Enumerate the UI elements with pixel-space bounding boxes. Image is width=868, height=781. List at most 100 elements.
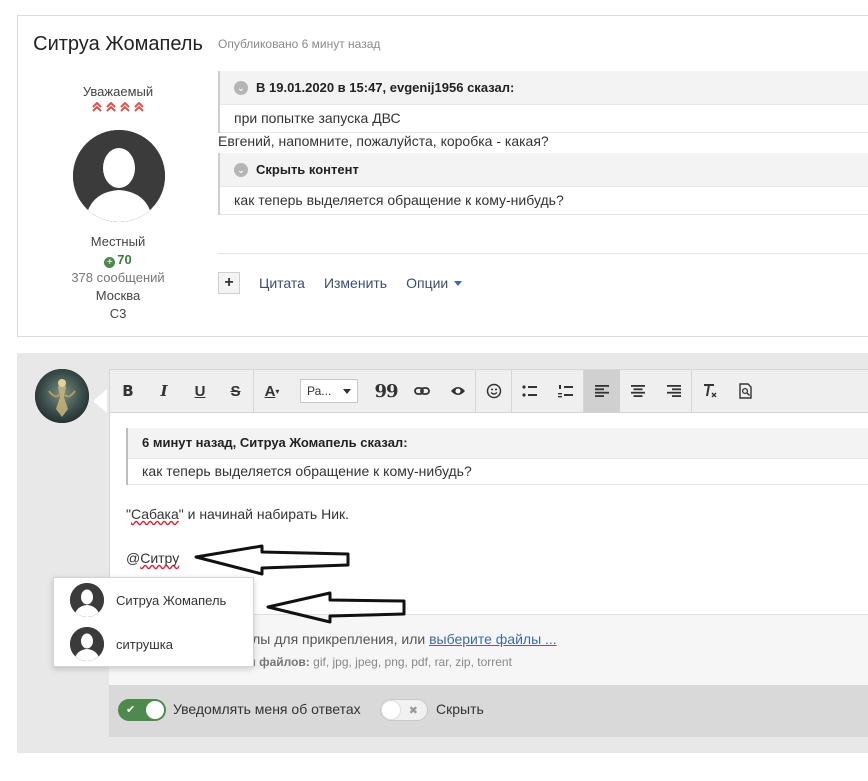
quote-citation: В 19.01.2020 в 15:47, evgenij1956 сказал…	[256, 80, 515, 95]
spoiler-body: как теперь выделяется обращение к кому-н…	[220, 186, 868, 215]
font-color-icon: A	[264, 382, 276, 400]
rank-chevron-icon	[120, 102, 130, 112]
author-extra: С3	[109, 306, 127, 321]
mention-option-name: Ситруа Жомапель	[116, 592, 227, 608]
edit-button[interactable]: Изменить	[324, 275, 387, 291]
editor-quote: 6 минут назад, Ситруа Жомапель сказал: к…	[126, 428, 868, 485]
rank-chevron-icon	[92, 102, 102, 112]
font-size-value: Ра...	[307, 384, 332, 398]
clear-format-icon	[704, 384, 717, 398]
reputation: +70	[18, 252, 218, 268]
misspelled-word: Сабака	[130, 506, 179, 522]
allowed-types-list: gif, jpg, jpeg, png, pdf, rar, zip, torr…	[309, 655, 512, 669]
quote-button[interactable]: Цитата	[259, 275, 305, 291]
font-size-select[interactable]: Ра...	[300, 379, 358, 403]
numbered-list-icon	[557, 385, 573, 398]
rank-chevron-icon	[134, 102, 144, 112]
mention-option-name: ситрушка	[116, 636, 173, 652]
options-label: Опции	[406, 275, 449, 291]
underline-button[interactable]: U	[182, 370, 218, 412]
mention-option[interactable]: Ситруа Жомапель	[54, 578, 253, 622]
editor-toolbar: B I U S A ▾ Ра... 99	[110, 370, 868, 413]
author-rank: Уважаемый	[82, 84, 154, 99]
editor-quote-body: как теперь выделяется обращение к кому-н…	[128, 458, 868, 485]
align-left-button[interactable]	[584, 370, 620, 412]
align-center-icon	[631, 385, 645, 397]
notify-label: Уведомлять меня об ответах	[173, 701, 361, 717]
editor-pointer	[93, 389, 107, 413]
preview-doc-icon	[739, 383, 752, 399]
preview-button[interactable]	[728, 370, 764, 412]
post-text: Евгений, напомните, пожалуйста, коробка …	[218, 133, 549, 149]
author-city: Москва	[95, 288, 141, 303]
numbered-list-button[interactable]	[548, 370, 584, 412]
font-color-button[interactable]: A ▾	[254, 370, 290, 412]
chevron-down-icon: ⌄	[234, 162, 248, 177]
default-user-icon	[70, 583, 104, 617]
mention-input-line[interactable]: @Ситру	[126, 550, 179, 566]
choose-files-link[interactable]: выберите файлы ...	[429, 631, 557, 647]
emoji-button[interactable]	[476, 370, 512, 412]
mention-typed-text: Ситру	[140, 550, 180, 566]
current-user-avatar[interactable]	[35, 369, 89, 423]
editor-quote-header: 6 минут назад, Ситруа Жомапель сказал:	[142, 435, 408, 450]
close-icon: ✖	[408, 705, 418, 717]
author-name[interactable]: Ситруа Жомапель	[18, 32, 218, 56]
plus-circle-icon: +	[104, 257, 116, 268]
bullet-list-button[interactable]	[512, 370, 548, 412]
remove-format-button[interactable]	[692, 370, 728, 412]
attach-instructions: файлы для прикрепления, или выберите фай…	[225, 631, 557, 647]
hide-label: Скрыть	[436, 701, 484, 717]
default-user-icon	[70, 627, 104, 661]
strikethrough-button[interactable]: S	[218, 370, 254, 412]
eye-icon	[450, 387, 465, 395]
preview-spoiler-button[interactable]	[440, 370, 476, 412]
post-actions: + Цитата Изменить Опции	[218, 270, 481, 296]
align-right-button[interactable]	[656, 370, 692, 412]
align-right-icon	[666, 385, 681, 397]
editor-text-line[interactable]: "Сабака" и начинай набирать Ник.	[126, 506, 349, 522]
caret-icon: ▾	[275, 386, 280, 396]
author-group: Местный	[90, 234, 146, 249]
allowed-types: типы файлов: gif, jpg, jpeg, png, pdf, r…	[225, 655, 512, 669]
notify-toggle[interactable]: ✔	[118, 699, 166, 721]
user-avatar-image	[35, 369, 89, 423]
bullet-list-icon	[522, 385, 537, 397]
hide-toggle[interactable]: ✖	[380, 699, 428, 721]
spoiler-header[interactable]: ⌄ Скрыть контент	[220, 153, 868, 186]
toggle-knob	[146, 701, 164, 719]
check-icon: ✔	[126, 704, 136, 716]
editor-footer: ✔ Уведомлять меня об ответах ✖ Скрыть	[109, 685, 868, 737]
quote-body: при попытке запуска ДВС	[220, 104, 868, 133]
mention-dropdown: Ситруа Жомапель ситрушка	[53, 577, 254, 667]
rank-chevron-icon	[106, 102, 116, 112]
align-left-icon	[595, 385, 609, 397]
posts-count[interactable]: 378 сообщений	[18, 270, 218, 285]
multiquote-button[interactable]: +	[218, 272, 240, 294]
post-date[interactable]: Опубликовано 6 минут назад	[218, 37, 380, 51]
default-user-icon	[73, 130, 165, 222]
text-rest: " и начинай набирать Ник.	[178, 506, 350, 522]
align-center-button[interactable]	[620, 370, 656, 412]
quote-header[interactable]: ⌄ В 19.01.2020 в 15:47, evgenij1956 сказ…	[220, 71, 868, 104]
mention-option[interactable]: ситрушка	[54, 622, 253, 666]
caret-down-icon	[343, 388, 351, 394]
caret-down-icon	[454, 281, 463, 286]
reputation-value: 70	[117, 252, 132, 267]
link-button[interactable]	[404, 370, 440, 412]
spoiler-title: Скрыть контент	[256, 162, 359, 177]
bold-button[interactable]: B	[110, 370, 146, 412]
italic-button[interactable]: I	[146, 370, 182, 412]
toggle-knob	[382, 701, 400, 719]
mention-prefix: @	[126, 550, 141, 566]
attach-text: файлы для прикрепления, или	[225, 631, 430, 647]
post-card: Ситруа Жомапель Уважаемый Местный +70 37…	[17, 15, 868, 337]
link-icon	[414, 387, 430, 395]
divider	[218, 253, 868, 254]
quote-block: ⌄ В 19.01.2020 в 15:47, evgenij1956 сказ…	[218, 71, 868, 133]
options-menu[interactable]: Опции	[406, 275, 463, 291]
blockquote-button[interactable]: 99	[368, 370, 404, 412]
chevron-down-icon: ⌄	[234, 80, 248, 95]
author-avatar[interactable]	[73, 130, 165, 222]
quote-icon: 99	[374, 380, 398, 402]
